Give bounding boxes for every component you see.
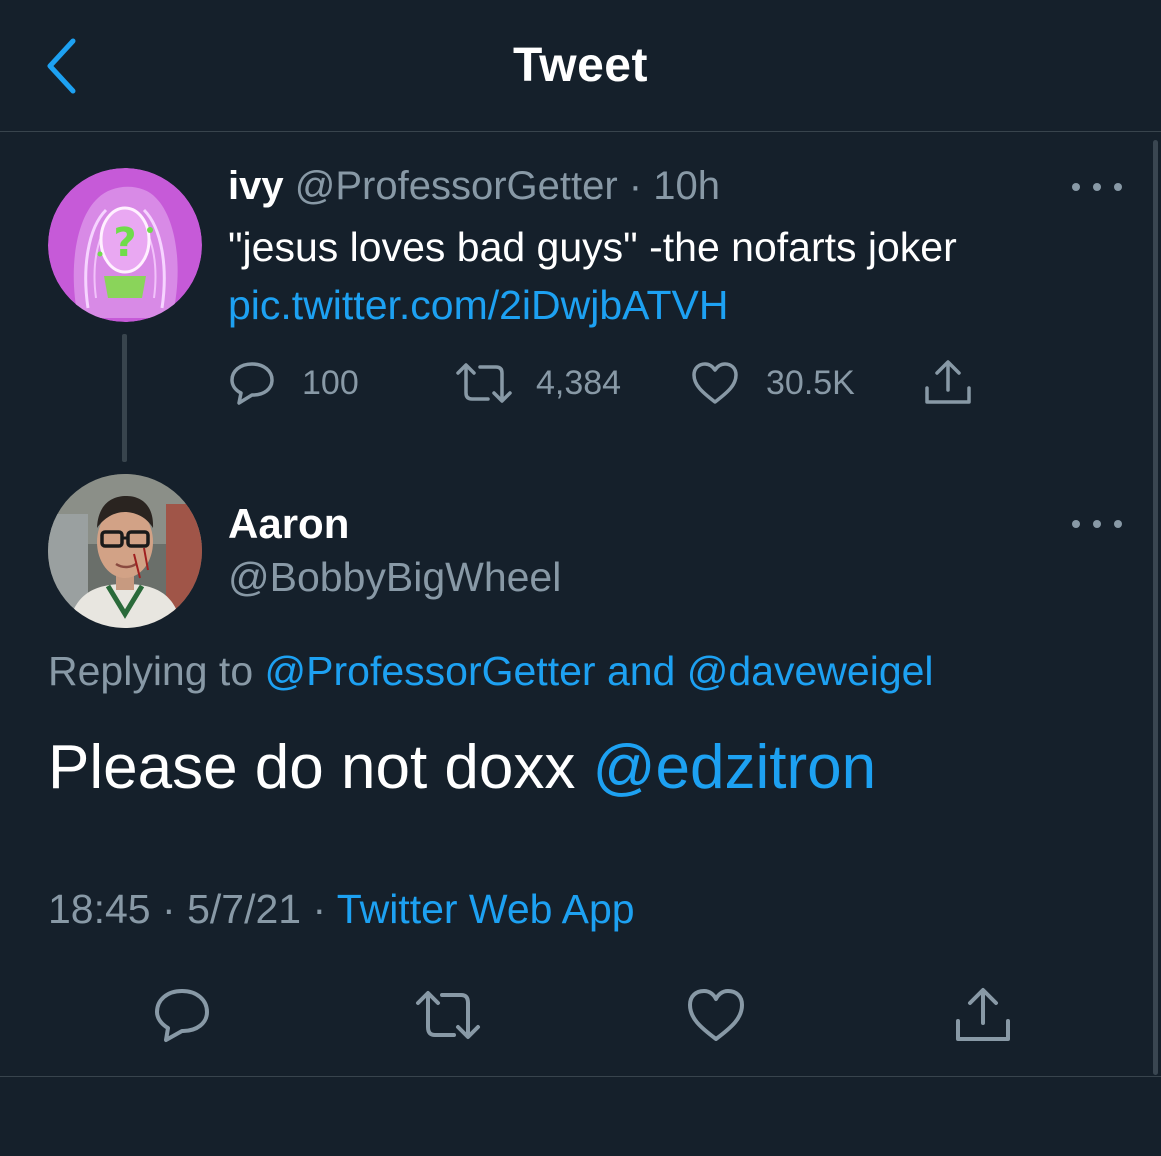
top-navigation-bar: Tweet (0, 0, 1161, 132)
reply-button[interactable] (147, 980, 217, 1050)
retweet-icon (456, 363, 512, 403)
avatar-professorgetter[interactable]: ? (48, 168, 202, 322)
replying-joiner[interactable]: and (607, 648, 675, 694)
parent-like-button[interactable]: 30.5K (690, 358, 855, 408)
share-button[interactable] (948, 980, 1018, 1050)
parent-handle[interactable]: @ProfessorGetter (295, 164, 618, 208)
avatar-image (48, 474, 202, 628)
share-icon (925, 360, 971, 404)
reply-tweet-text: Please do not doxx @edzitron (48, 732, 876, 803)
separator-dot: · (628, 164, 643, 208)
more-icon (1072, 183, 1080, 191)
replying-mention-professorgetter[interactable]: @ProfessorGetter (265, 648, 596, 694)
parent-time: 10h (653, 164, 720, 208)
more-icon (1072, 520, 1080, 528)
parent-tweet-header: ivy @ProfessorGetter · 10h (228, 164, 720, 209)
replying-to-line: Replying to @ProfessorGetter and @davewe… (48, 648, 934, 695)
parent-retweet-button[interactable]: 4,384 (454, 358, 621, 408)
page-title: Tweet (513, 39, 648, 92)
retweet-count: 4,384 (536, 363, 622, 402)
separator-dot: · (312, 886, 327, 932)
reply-handle[interactable]: @BobbyBigWheel (228, 554, 561, 601)
like-count: 30.5K (766, 363, 855, 402)
separator-dot: · (162, 886, 176, 932)
retweet-icon (416, 991, 480, 1039)
parent-display-name[interactable]: ivy (228, 164, 284, 208)
replying-mention-daveweigel[interactable]: @daveweigel (687, 648, 934, 694)
replying-prefix: Replying to (48, 648, 254, 694)
like-button[interactable] (681, 980, 751, 1050)
retweet-button[interactable] (413, 980, 483, 1050)
reply-icon (155, 989, 209, 1042)
avatar-image: ? (48, 168, 202, 322)
parent-tweet-link[interactable]: pic.twitter.com/2iDwjbATVH (228, 282, 728, 329)
reply-count: 100 (302, 363, 359, 402)
reply-icon (230, 362, 274, 405)
parent-reply-button[interactable]: 100 (228, 358, 359, 408)
reply-text: Please do not doxx (48, 733, 576, 802)
reply-display-name[interactable]: Aaron (228, 500, 349, 548)
share-icon (956, 988, 1010, 1041)
tweet-source[interactable]: Twitter Web App (337, 886, 635, 932)
svg-text:?: ? (113, 220, 136, 266)
tweet-metadata: 18:45 · 5/7/21 · Twitter Web App (48, 886, 635, 933)
avatar-bobbybigwheel[interactable] (48, 474, 202, 628)
parent-share-button[interactable] (922, 358, 974, 408)
reply-mention-edzitron[interactable]: @edzitron (593, 733, 877, 802)
parent-more-button[interactable] (1072, 175, 1122, 199)
bottom-divider (0, 1076, 1161, 1156)
scrollbar[interactable] (1153, 140, 1158, 1075)
like-icon (692, 362, 738, 404)
parent-tweet-text: "jesus loves bad guys" -the nofarts joke… (228, 224, 957, 270)
tweet-time: 18:45 (48, 886, 151, 932)
thread-connector-line (122, 334, 127, 462)
tweet-date: 5/7/21 (187, 886, 302, 932)
reply-more-button[interactable] (1072, 512, 1122, 536)
like-icon (688, 989, 744, 1041)
